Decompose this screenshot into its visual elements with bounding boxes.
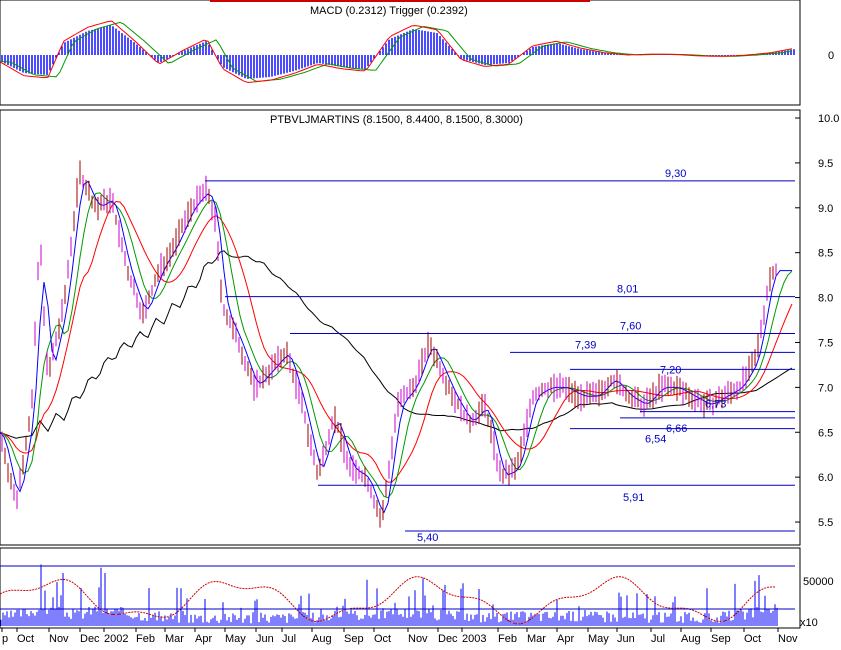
price-axis-label: 10.0 — [818, 113, 839, 125]
volume-multiplier: x10 — [800, 617, 818, 629]
volume-axis-label: 50000 — [803, 576, 834, 588]
price-axis-label: 5.5 — [818, 517, 833, 529]
price-axis-label: 8.0 — [818, 293, 833, 305]
x-axis-label: Dec — [80, 633, 100, 645]
x-axis-label: May — [588, 633, 609, 645]
x-axis-label: Nov — [49, 633, 69, 645]
x-axis-label: Aug — [312, 633, 332, 645]
x-axis-label: Feb — [136, 633, 155, 645]
level-label: 6,73 — [705, 399, 726, 411]
macd-axis-label: 0 — [828, 50, 834, 62]
price-axis-label: 8.5 — [818, 248, 833, 260]
level-label: 7,39 — [575, 339, 596, 351]
price-axis-label: 6.5 — [818, 427, 833, 439]
level-label: 7,20 — [660, 364, 681, 376]
level-label: 6,54 — [645, 434, 666, 446]
x-axis-label: Mar — [165, 633, 184, 645]
price-title: PTBVLJMARTINS (8.1500, 8.4400, 8.1500, 8… — [270, 114, 523, 126]
x-axis-label: Apr — [195, 633, 212, 645]
price-axis-label: 6.0 — [818, 472, 833, 484]
macd-title: MACD (0.2312) Trigger (0.2392) — [310, 5, 468, 17]
x-axis-label: Nov — [408, 633, 428, 645]
x-axis-label: Aug — [681, 633, 701, 645]
x-axis-label: Sep — [711, 633, 731, 645]
price-axis-label: 9.5 — [818, 158, 833, 170]
level-label: 8,01 — [617, 284, 638, 296]
stock-chart: MACD (0.2312) Trigger (0.2392) PTBVLJMAR… — [0, 0, 841, 645]
x-axis-label: Sep — [344, 633, 364, 645]
x-axis-label: Jul — [282, 633, 296, 645]
x-axis-label: Nov — [778, 633, 798, 645]
x-axis-label: Jun — [617, 633, 635, 645]
x-axis-label: Oct — [17, 633, 34, 645]
x-axis-label: Jul — [651, 633, 665, 645]
x-axis-label: Jun — [256, 633, 274, 645]
x-axis-label: 2003 — [462, 633, 486, 645]
level-label: 9,30 — [665, 168, 686, 180]
level-label: 5,40 — [417, 532, 438, 544]
price-axis-label: 7.0 — [818, 382, 833, 394]
x-axis-label: May — [225, 633, 246, 645]
price-axis-label: 9.0 — [818, 203, 833, 215]
x-axis-label: p — [2, 633, 8, 645]
x-axis-label: Dec — [438, 633, 458, 645]
x-axis-label: Feb — [498, 633, 517, 645]
x-axis-label: Mar — [527, 633, 546, 645]
x-axis-label: Apr — [557, 633, 574, 645]
top-bar — [210, 0, 590, 2]
price-axis-label: 7.5 — [818, 338, 833, 350]
x-axis-label: Oct — [374, 633, 391, 645]
level-label: 7,60 — [620, 321, 641, 333]
x-axis-label: 2002 — [104, 633, 128, 645]
chart-canvas: MACD (0.2312) Trigger (0.2392) PTBVLJMAR… — [0, 0, 839, 645]
volume-panel — [0, 547, 801, 629]
x-axis-label: Oct — [744, 633, 761, 645]
level-label: 5,91 — [623, 492, 644, 504]
